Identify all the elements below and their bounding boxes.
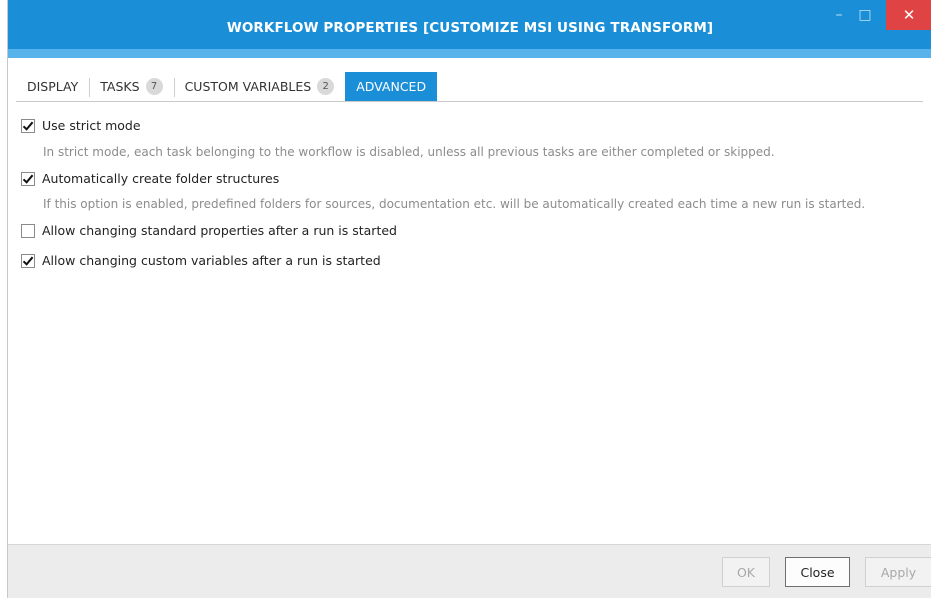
tab-custom-variables[interactable]: CUSTOM VARIABLES 2 [173, 72, 346, 101]
maximize-button[interactable]: □ [854, 0, 876, 30]
close-icon: ✕ [902, 6, 916, 24]
count-badge: 7 [145, 78, 163, 95]
tab-label: CUSTOM VARIABLES [184, 79, 312, 94]
tab-bar: DISPLAY TASKS 7 CUSTOM VARIABLES 2 ADVAN… [16, 72, 438, 101]
tab-label: TASKS [100, 79, 140, 94]
strict-mode-checkbox[interactable] [21, 118, 35, 133]
option-label: Allow changing standard properties after… [42, 223, 397, 238]
title-bar: WORKFLOW PROPERTIES [CUSTOMIZE MSI USING… [8, 0, 931, 58]
dialog-footer: OK Close Apply [8, 544, 931, 598]
option-label: Allow changing custom variables after a … [42, 253, 381, 268]
option-description: If this option is enabled, predefined fo… [43, 197, 866, 211]
tab-advanced[interactable]: ADVANCED [345, 72, 438, 101]
option-label: Automatically create folder structures [42, 171, 280, 186]
checkmark-icon [22, 121, 34, 131]
count-badge: 2 [317, 78, 335, 95]
option-auto-create-folders[interactable]: Automatically create folder structures [21, 171, 279, 186]
minimize-icon: – [835, 7, 843, 23]
auto-create-folders-checkbox[interactable] [21, 171, 35, 186]
change-standard-properties-checkbox[interactable] [21, 223, 35, 238]
close-button[interactable]: Close [785, 557, 850, 587]
option-change-standard-properties[interactable]: Allow changing standard properties after… [21, 223, 397, 238]
maximize-icon: □ [858, 7, 872, 23]
title-accent-strip [8, 49, 931, 58]
option-strict-mode[interactable]: Use strict mode [21, 118, 141, 133]
window-title: WORKFLOW PROPERTIES [CUSTOMIZE MSI USING… [226, 20, 714, 36]
minimize-button[interactable]: – [828, 0, 850, 30]
option-label: Use strict mode [42, 118, 141, 133]
close-window-button[interactable]: ✕ [886, 0, 931, 30]
checkmark-icon [22, 256, 34, 266]
workflow-properties-window: WORKFLOW PROPERTIES [CUSTOMIZE MSI USING… [7, 0, 931, 598]
tab-label: ADVANCED [356, 79, 427, 94]
tab-divider [16, 101, 923, 102]
option-description: In strict mode, each task belonging to t… [43, 145, 775, 159]
option-change-custom-variables[interactable]: Allow changing custom variables after a … [21, 253, 381, 268]
apply-button[interactable]: Apply [865, 557, 931, 587]
tab-tasks[interactable]: TASKS 7 [89, 72, 173, 101]
change-custom-variables-checkbox[interactable] [21, 253, 35, 268]
checkmark-icon [22, 174, 34, 184]
tab-label: DISPLAY [27, 79, 79, 94]
tab-display[interactable]: DISPLAY [16, 72, 89, 101]
ok-button[interactable]: OK [722, 557, 770, 587]
